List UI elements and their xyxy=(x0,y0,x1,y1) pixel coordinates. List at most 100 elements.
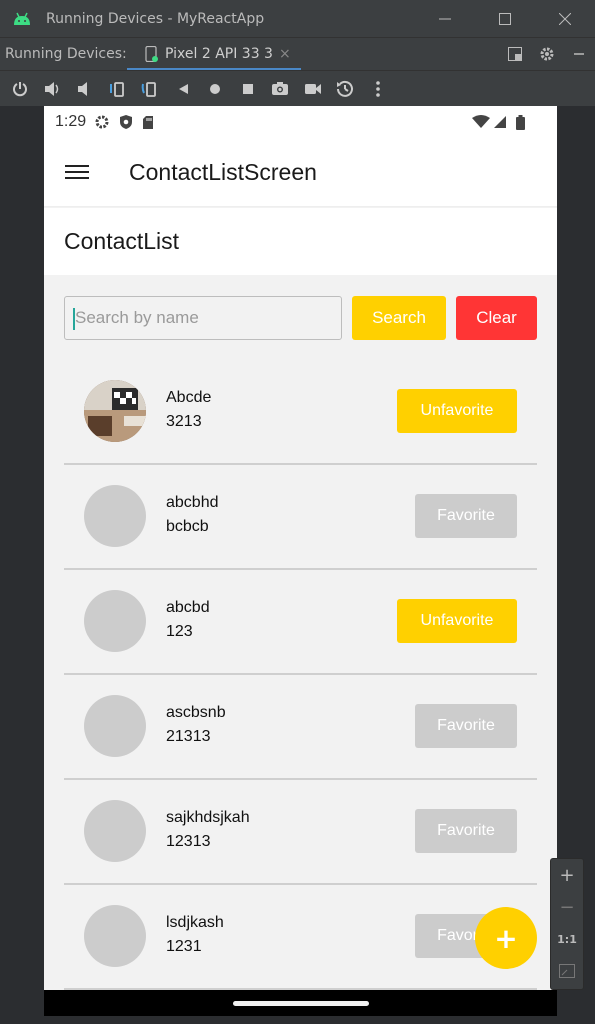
favorite-button[interactable]: Favorite xyxy=(415,809,517,853)
unfavorite-button[interactable]: Unfavorite xyxy=(397,599,517,643)
volume-down-icon xyxy=(78,81,88,96)
settings-button[interactable] xyxy=(531,46,563,62)
minimize-icon xyxy=(574,53,584,55)
search-button[interactable]: Search xyxy=(352,296,446,340)
settings-status-icon xyxy=(94,114,110,130)
shield-icon xyxy=(119,114,133,130)
device-tab-label: Pixel 2 API 33 3 xyxy=(165,46,273,62)
home-button[interactable] xyxy=(199,71,232,107)
search-row: Search Clear xyxy=(64,296,537,340)
power-button[interactable] xyxy=(4,71,37,107)
rotate-left-button[interactable] xyxy=(102,71,135,107)
text-cursor xyxy=(73,308,75,330)
rotate-left-icon xyxy=(109,81,124,97)
layout-icon xyxy=(508,47,522,61)
contact-name: sajkhdsjkah xyxy=(166,809,250,826)
tool-window-tab-row: Running Devices: Pixel 2 API 33 3 × xyxy=(0,37,595,71)
list-item[interactable]: abcbhd bcbcb Favorite xyxy=(64,465,537,570)
contact-name: abcbd xyxy=(166,599,210,616)
close-window-button[interactable] xyxy=(535,0,595,37)
window-title: Running Devices - MyReactApp xyxy=(46,10,265,27)
contact-name: ascbsnb xyxy=(166,704,226,721)
record-button[interactable] xyxy=(297,71,330,107)
restore-icon xyxy=(337,80,354,97)
maximize-button[interactable] xyxy=(475,0,535,37)
minimize-icon xyxy=(439,18,451,19)
list-item[interactable]: abcbd 123 Unfavorite xyxy=(64,570,537,675)
avatar xyxy=(84,905,146,967)
more-vert-icon xyxy=(375,80,380,97)
favorite-button[interactable]: Favorite xyxy=(415,494,517,538)
contact-phone: bcbcb xyxy=(166,518,209,535)
close-tab-icon[interactable]: × xyxy=(279,46,291,62)
zoom-out-button[interactable]: − xyxy=(551,891,583,923)
signal-icon xyxy=(493,115,507,129)
more-options-button[interactable] xyxy=(362,71,395,107)
emulator-toolbar xyxy=(0,70,595,106)
volume-up-icon xyxy=(44,81,58,96)
list-item[interactable]: lsdjkash 1231 Favorite xyxy=(64,885,537,990)
fit-screen-button[interactable] xyxy=(551,955,583,987)
zoom-actual-size-button[interactable]: 1:1 xyxy=(551,923,583,955)
android-status-bar: 1:29 xyxy=(44,106,557,138)
list-item[interactable]: sajkhdsjkah 12313 Favorite xyxy=(64,780,537,885)
home-icon xyxy=(210,83,221,94)
video-camera-icon xyxy=(304,84,321,94)
list-item[interactable]: ascbsnb 21313 Favorite xyxy=(64,675,537,780)
clear-button[interactable]: Clear xyxy=(456,296,537,340)
contact-phone: 3213 xyxy=(166,413,202,430)
overview-button[interactable] xyxy=(232,71,265,107)
camera-icon xyxy=(272,82,289,95)
contact-phone: 123 xyxy=(166,623,193,640)
contact-phone: 12313 xyxy=(166,833,211,850)
back-button[interactable] xyxy=(167,71,200,107)
fit-screen-icon xyxy=(559,964,575,978)
gesture-navigation-bar xyxy=(44,990,557,1016)
maximize-icon xyxy=(499,12,511,25)
contact-phone: 1231 xyxy=(166,938,202,955)
avatar xyxy=(84,695,146,757)
status-time: 1:29 xyxy=(55,113,87,130)
contact-list: Abcde 3213 Unfavorite abcbhd bcbcb Favor… xyxy=(64,360,537,990)
screenshot-button[interactable] xyxy=(264,71,297,107)
app-bar: ContactListScreen xyxy=(44,138,557,207)
power-icon xyxy=(13,81,28,96)
hide-button[interactable] xyxy=(563,48,595,60)
wifi-icon xyxy=(472,115,490,129)
avatar xyxy=(84,485,146,547)
avatar xyxy=(84,380,146,442)
hamburger-menu-icon[interactable] xyxy=(65,163,89,181)
battery-icon xyxy=(516,114,525,130)
running-devices-label: Running Devices: xyxy=(5,46,127,62)
zoom-panel: + − 1:1 xyxy=(550,858,584,990)
android-icon xyxy=(14,12,30,25)
contact-photo xyxy=(84,380,146,442)
home-gesture-handle[interactable] xyxy=(233,1001,369,1006)
device-screen: 1:29 ContactListScreen ContactList Searc… xyxy=(44,106,557,990)
layout-button[interactable] xyxy=(499,47,531,61)
phone-icon xyxy=(145,46,158,62)
add-contact-button[interactable]: + xyxy=(475,907,537,969)
avatar xyxy=(84,800,146,862)
snapshot-button[interactable] xyxy=(329,71,362,107)
search-input[interactable] xyxy=(64,296,342,340)
minimize-button[interactable] xyxy=(415,0,475,37)
contact-phone: 21313 xyxy=(166,728,211,745)
app-bar-title: ContactListScreen xyxy=(129,158,317,185)
tab-device[interactable]: Pixel 2 API 33 3 × xyxy=(127,38,301,71)
contact-name: lsdjkash xyxy=(166,914,224,931)
favorite-button[interactable]: Favorite xyxy=(415,704,517,748)
unfavorite-button[interactable]: Unfavorite xyxy=(397,389,517,433)
page-header: ContactList xyxy=(44,208,557,275)
avatar xyxy=(84,590,146,652)
page-title: ContactList xyxy=(64,228,180,254)
contact-name: Abcde xyxy=(166,389,212,406)
sd-card-icon xyxy=(142,115,154,130)
volume-up-button[interactable] xyxy=(37,71,70,107)
contact-name: abcbhd xyxy=(166,494,219,511)
rotate-right-button[interactable] xyxy=(134,71,167,107)
zoom-in-button[interactable]: + xyxy=(551,859,583,891)
gear-icon xyxy=(540,47,554,61)
volume-down-button[interactable] xyxy=(69,71,102,107)
list-item[interactable]: Abcde 3213 Unfavorite xyxy=(64,360,537,465)
